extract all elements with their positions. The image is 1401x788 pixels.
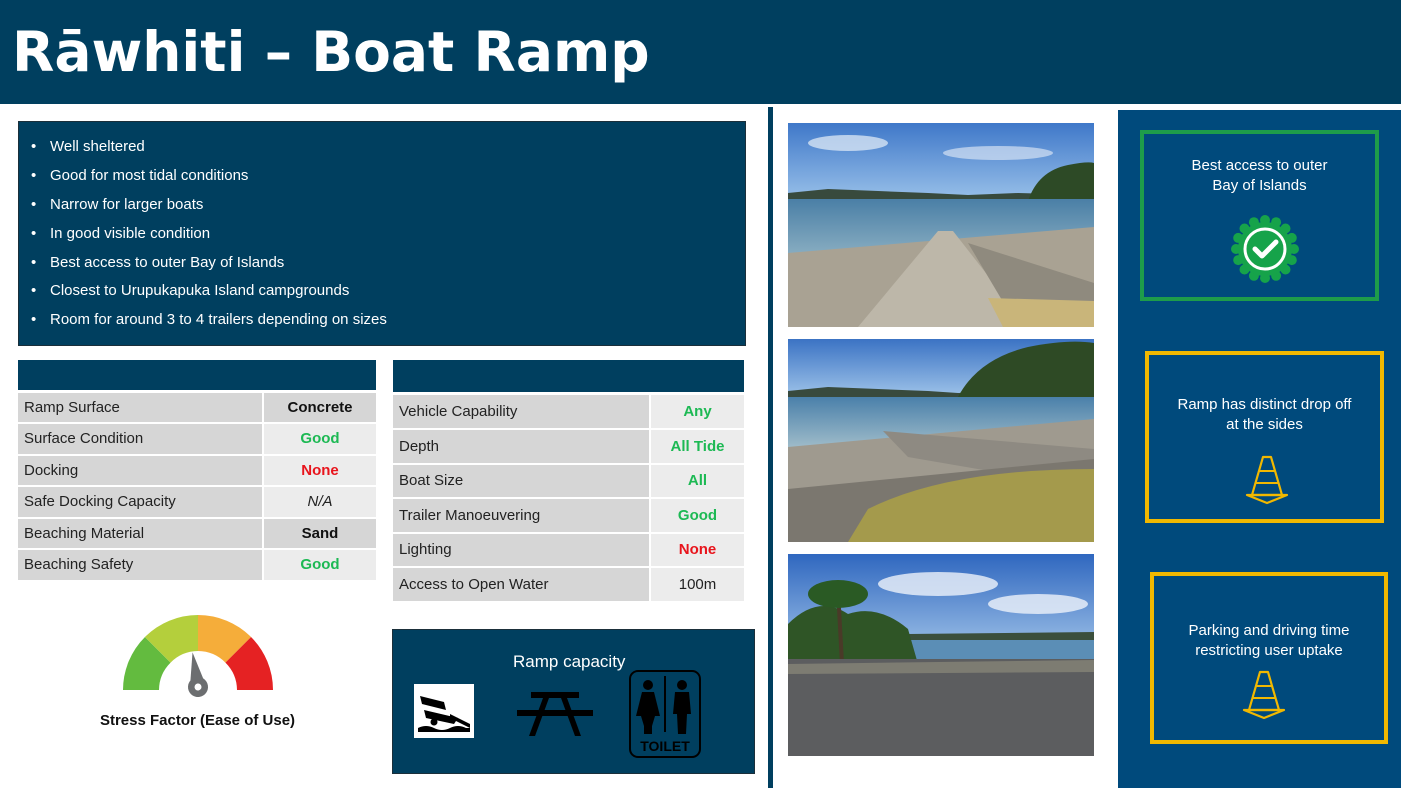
- row-label: Docking: [16, 453, 264, 487]
- ramp-photo-1: [788, 123, 1094, 327]
- row-value: None: [262, 453, 378, 487]
- feature-item: Well sheltered: [31, 136, 387, 165]
- table-row: Boat Size All: [391, 462, 746, 499]
- row-label: Ramp Surface: [16, 391, 264, 424]
- check-badge-icon: [1231, 215, 1299, 283]
- traffic-cone-icon: [1245, 455, 1289, 505]
- access-card: Best access to outer Bay of Islands: [1140, 130, 1379, 301]
- feature-item: Narrow for larger boats: [31, 194, 387, 223]
- feature-item: Closest to Urupukapuka Island campground…: [31, 280, 387, 309]
- title-banner: Rāwhiti – Boat Ramp: [0, 0, 1401, 104]
- toilet-icon: TOILET: [629, 670, 701, 758]
- table-row: Docking None: [16, 453, 378, 487]
- row-label: Lighting: [391, 531, 651, 568]
- card-text: restricting user uptake: [1195, 642, 1343, 659]
- row-value: All Tide: [649, 428, 746, 465]
- table-row: Surface Condition Good: [16, 422, 378, 456]
- row-label: Depth: [391, 428, 651, 465]
- row-label: Safe Docking Capacity: [16, 485, 264, 519]
- card-text: Ramp has distinct drop off: [1177, 396, 1352, 413]
- row-value: 100m: [649, 566, 746, 603]
- card-text: Parking and driving time: [1188, 622, 1350, 639]
- picnic-table-icon: [517, 692, 593, 736]
- ramp-table: Ramp Surface Concrete Surface Condition …: [16, 391, 378, 582]
- access-table: Vehicle Capability Any Depth All Tide Bo…: [391, 393, 746, 603]
- ramp-capacity-title: Ramp capacity: [513, 652, 626, 671]
- row-value: N/A: [262, 485, 378, 519]
- row-value: Good: [262, 422, 378, 456]
- card-text: Bay of Islands: [1212, 177, 1307, 194]
- table-row: Depth All Tide: [391, 428, 746, 465]
- feature-item: Best access to outer Bay of Islands: [31, 252, 387, 281]
- toilet-sign-text: TOILET: [640, 738, 690, 754]
- boat-launch-icon: [414, 684, 474, 738]
- row-label: Vehicle Capability: [391, 393, 651, 430]
- row-value: Sand: [262, 516, 378, 550]
- row-label: Beaching Material: [16, 516, 264, 550]
- row-value: All: [649, 462, 746, 499]
- table-row: Vehicle Capability Any: [391, 393, 746, 430]
- features-panel: Well sheltered Good for most tidal condi…: [18, 121, 746, 346]
- row-value: Concrete: [262, 391, 378, 424]
- column-divider: [768, 107, 773, 788]
- row-value: Good: [649, 497, 746, 534]
- row-label: Beaching Safety: [16, 548, 264, 582]
- traffic-cone-icon: [1242, 670, 1286, 720]
- row-value: None: [649, 531, 746, 568]
- table-row: Access to Open Water 100m: [391, 566, 746, 603]
- row-label: Access to Open Water: [391, 566, 651, 603]
- row-label: Trailer Manoeuvering: [391, 497, 651, 534]
- stress-factor-label: Stress Factor (Ease of Use): [99, 712, 296, 729]
- page-title: Rāwhiti – Boat Ramp: [12, 20, 650, 84]
- row-value: Any: [649, 393, 746, 430]
- feature-item: In good visible condition: [31, 223, 387, 252]
- ramp-table-header: [18, 360, 376, 390]
- row-label: Boat Size: [391, 462, 651, 499]
- table-row: Trailer Manoeuvering Good: [391, 497, 746, 534]
- card-text: Best access to outer: [1191, 157, 1328, 174]
- drop-off-card: Ramp has distinct drop off at the sides: [1145, 351, 1384, 523]
- feature-item: Good for most tidal conditions: [31, 165, 387, 194]
- table-row: Safe Docking Capacity N/A: [16, 485, 378, 519]
- carpark-photo: [788, 554, 1094, 756]
- feature-item: Room for around 3 to 4 trailers dependin…: [31, 309, 387, 338]
- table-row: Ramp Surface Concrete: [16, 391, 378, 424]
- parking-card: Parking and driving time restricting use…: [1150, 572, 1388, 744]
- table-row: Lighting None: [391, 531, 746, 568]
- ramp-photo-2: [788, 339, 1094, 542]
- stress-gauge: [123, 615, 273, 697]
- row-value: Good: [262, 548, 378, 582]
- features-list: Well sheltered Good for most tidal condi…: [31, 136, 387, 338]
- card-text: at the sides: [1226, 416, 1303, 433]
- table-row: Beaching Material Sand: [16, 516, 378, 550]
- gauge-needle: [188, 652, 208, 697]
- row-label: Surface Condition: [16, 422, 264, 456]
- access-table-header: [393, 360, 744, 392]
- table-row: Beaching Safety Good: [16, 548, 378, 582]
- ramp-capacity-panel: Ramp capacity TOILET: [392, 629, 755, 774]
